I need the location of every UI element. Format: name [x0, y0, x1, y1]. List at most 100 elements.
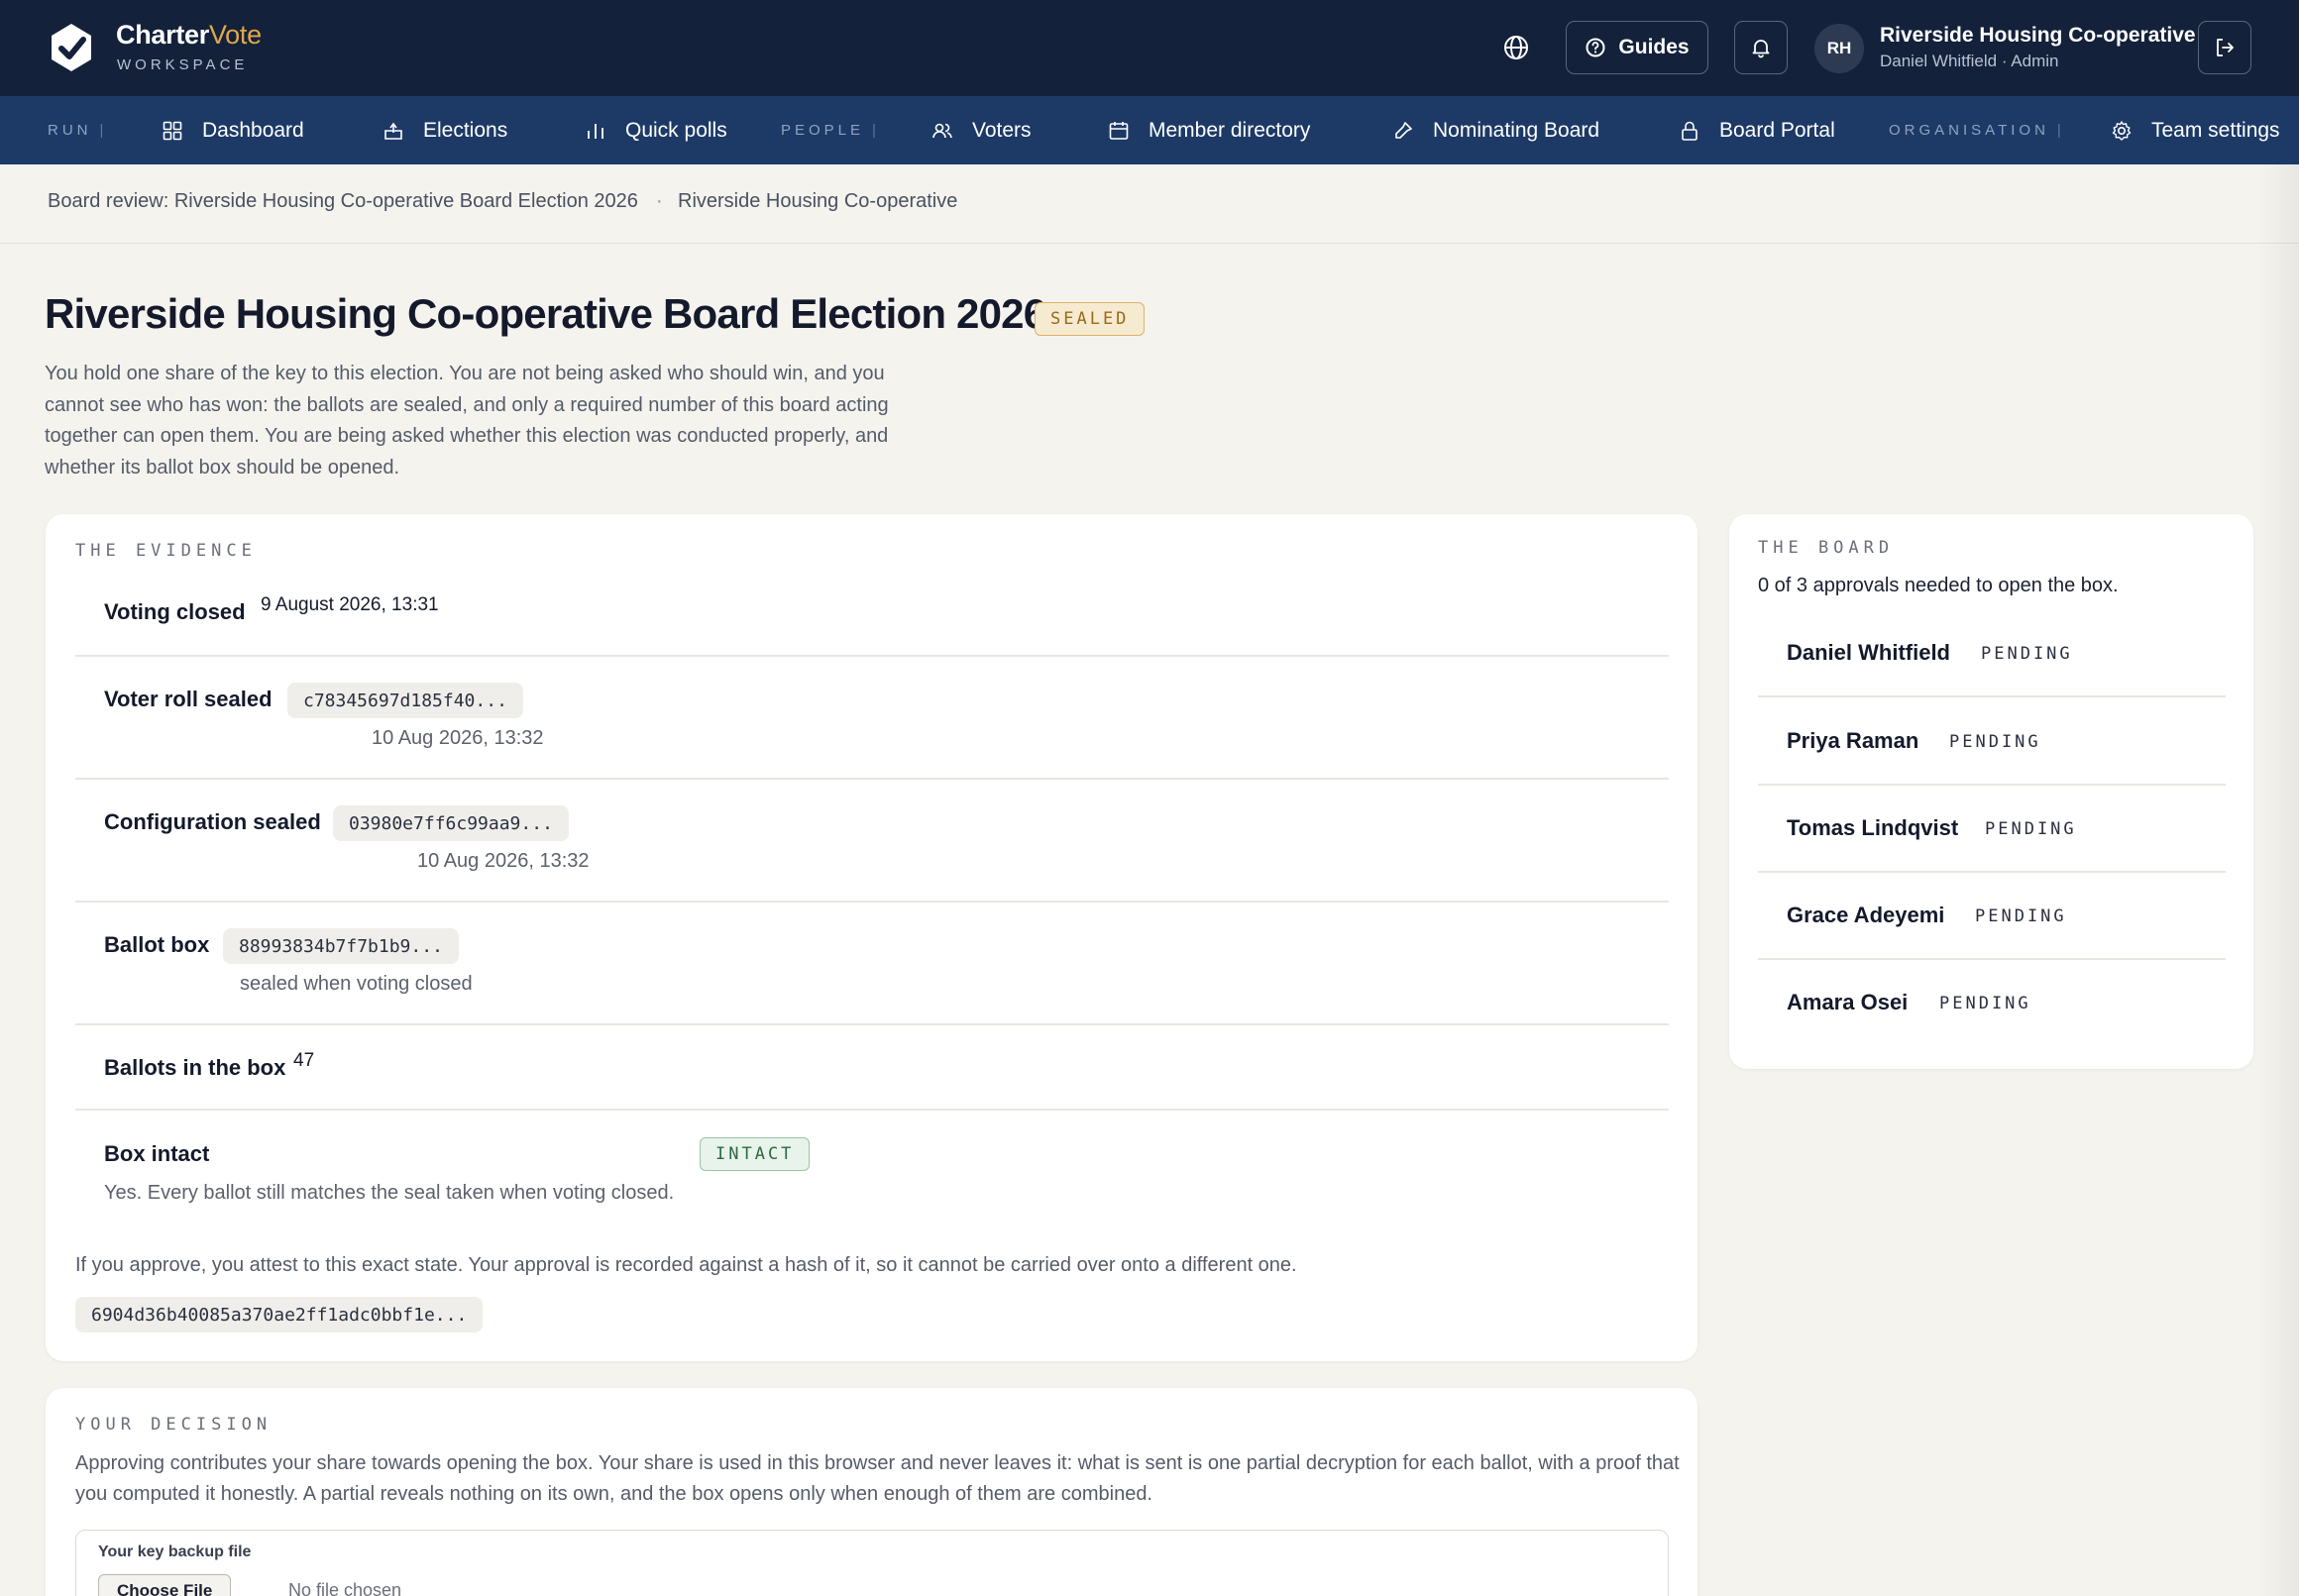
status-badge: SEALED: [1035, 302, 1146, 336]
nav-group-organisation-label: ORGANISATION: [1889, 122, 2049, 139]
dashboard-icon: [163, 121, 182, 141]
nav-group-run: RUN |: [48, 122, 104, 139]
help-circle-icon: [1586, 38, 1605, 57]
board-member-name: Grace Adeyemi: [1787, 903, 1945, 927]
evidence-divider: [75, 778, 1669, 780]
member-directory-icon: [1109, 122, 1129, 140]
nominating-board-icon: [1395, 122, 1412, 139]
board-divider: [1758, 958, 2226, 960]
no-file-text: No file chosen: [288, 1580, 402, 1596]
board-member-status: PENDING: [1949, 732, 2041, 752]
page-title: Riverside Housing Co-operative Board Ele…: [45, 290, 1046, 337]
evidence-divider: [75, 1109, 1669, 1111]
key-file-field: Your key backup file Choose File No file…: [75, 1530, 1669, 1596]
notifications-button[interactable]: [1734, 21, 1788, 74]
board-member-name: Daniel Whitfield: [1787, 640, 1950, 665]
board-heading: THE BOARD: [1758, 538, 1895, 558]
quick-polls-icon: [588, 124, 603, 139]
box-intact-label: Box intact: [104, 1141, 210, 1166]
team-settings-icon: [2112, 121, 2132, 141]
voter-roll-label: Voter roll sealed: [104, 687, 273, 711]
guides-label: Guides: [1618, 36, 1690, 58]
main-nav: RUN | Dashboard Elections Quick polls PEO…: [0, 96, 2299, 164]
logout-icon: [2217, 39, 2234, 56]
decision-card: YOUR DECISION Approving contributes your…: [46, 1388, 1697, 1596]
configuration-hash: 03980e7ff6c99aa9...: [333, 805, 569, 841]
voting-closed-label: Voting closed: [104, 599, 246, 624]
nav-group-run-label: RUN: [48, 122, 92, 139]
ballots-value: 47: [293, 1050, 315, 1071]
board-divider: [1758, 784, 2226, 786]
nav-item-dashboard[interactable]: Dashboard: [161, 112, 304, 150]
voters-icon: [932, 123, 952, 139]
breadcrumb: Board review: Riverside Housing Co-opera…: [0, 164, 2299, 244]
breadcrumb-separator: ·: [656, 190, 663, 212]
evidence-heading: THE EVIDENCE: [75, 541, 257, 561]
avatar[interactable]: RH: [1814, 24, 1864, 73]
nav-item-quick-polls[interactable]: Quick polls: [584, 112, 727, 150]
configuration-time: 10 Aug 2026, 13:32: [417, 850, 590, 872]
nav-board-portal-label: Board Portal: [1719, 119, 1835, 142]
breadcrumb-org[interactable]: Riverside Housing Co-operative: [678, 190, 957, 213]
board-portal-icon: [1682, 121, 1697, 141]
brand-name[interactable]: CharterVote: [116, 20, 262, 51]
nav-item-elections[interactable]: Elections: [382, 112, 507, 150]
evidence-card: THE EVIDENCE Voting closed 9 August 2026…: [46, 514, 1697, 1361]
attest-hash: 6904d36b40085a370ae2ff1adc0bbf1e...: [75, 1297, 484, 1332]
elections-icon: [384, 122, 402, 140]
brand-name-part1: Charter: [116, 20, 209, 50]
nav-group-people: PEOPLE |: [781, 122, 876, 139]
logout-button[interactable]: [2198, 21, 2251, 74]
logo-mark-icon[interactable]: [46, 22, 97, 73]
decision-text: Approving contributes your share towards…: [75, 1452, 1680, 1505]
evidence-divider: [75, 901, 1669, 903]
nav-group-people-label: PEOPLE: [781, 122, 865, 139]
key-file-label: Your key backup file: [98, 1543, 252, 1560]
nav-dashboard-label: Dashboard: [202, 119, 304, 142]
user-line: Daniel Whitfield · Admin: [1880, 52, 2059, 70]
decision-heading: YOUR DECISION: [75, 1415, 273, 1435]
board-member-name: Amara Osei: [1787, 990, 1909, 1014]
nav-quick-polls-label: Quick polls: [625, 119, 727, 142]
brand-name-part2: Vote: [208, 20, 262, 50]
configuration-label: Configuration sealed: [104, 809, 321, 834]
nav-item-nominating-board[interactable]: Nominating Board: [1391, 112, 1599, 150]
board-member-name: Tomas Lindqvist: [1787, 815, 1959, 840]
board-member-status: PENDING: [1985, 819, 2077, 839]
nav-item-board-portal[interactable]: Board Portal: [1678, 112, 1835, 150]
board-member-status: PENDING: [1975, 906, 2067, 926]
evidence-divider: [75, 655, 1669, 657]
ballot-box-label: Ballot box: [104, 932, 210, 957]
nav-item-team-settings[interactable]: Team settings: [2110, 112, 2280, 150]
nav-member-directory-label: Member directory: [1149, 119, 1311, 142]
nav-nominating-board-label: Nominating Board: [1433, 119, 1600, 142]
ballot-box-note: sealed when voting closed: [240, 973, 473, 995]
board-divider: [1758, 871, 2226, 873]
org-name: Riverside Housing Co-operative: [1880, 24, 2196, 47]
bell-icon: [1752, 40, 1770, 58]
ballots-label: Ballots in the box: [104, 1055, 286, 1080]
board-approvals-note: 0 of 3 approvals needed to open the box.: [1758, 575, 2119, 596]
breadcrumb-page[interactable]: Board review: Riverside Housing Co-opera…: [48, 190, 638, 213]
board-member-status: PENDING: [1939, 994, 2031, 1013]
nav-elections-label: Elections: [423, 119, 508, 142]
top-bar: CharterVote WORKSPACE Guides RH Riversid…: [0, 0, 2299, 96]
attest-text: If you approve, you attest to this exact…: [75, 1254, 1297, 1276]
board-member-name: Priya Raman: [1787, 728, 1919, 753]
intact-badge: INTACT: [700, 1137, 811, 1171]
scroll-shadow: [2259, 164, 2299, 1596]
nav-group-organisation: ORGANISATION |: [1889, 122, 2061, 139]
nav-team-settings-label: Team settings: [2151, 119, 2280, 142]
nav-voters-label: Voters: [972, 119, 1032, 142]
ballot-box-hash: 88993834b7f7b1b9...: [223, 928, 459, 964]
choose-file-button[interactable]: Choose File: [98, 1574, 232, 1596]
globe-icon[interactable]: [1498, 30, 1534, 65]
voting-closed-value: 9 August 2026, 13:31: [261, 594, 439, 615]
board-card: THE BOARD 0 of 3 approvals needed to ope…: [1729, 514, 2253, 1069]
voter-roll-hash: c78345697d185f40...: [287, 683, 523, 718]
guides-button[interactable]: Guides: [1566, 21, 1708, 74]
nav-item-member-directory[interactable]: Member directory: [1107, 112, 1310, 150]
voter-roll-time: 10 Aug 2026, 13:32: [372, 727, 544, 749]
page-intro: You hold one share of the key to this el…: [45, 363, 889, 479]
nav-item-voters[interactable]: Voters: [931, 112, 1032, 150]
